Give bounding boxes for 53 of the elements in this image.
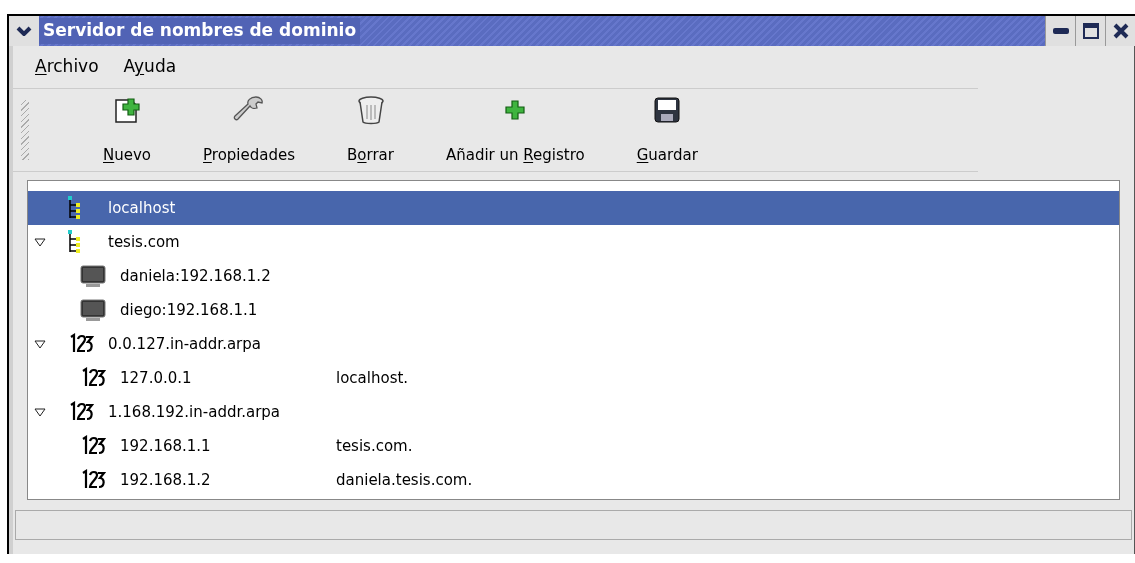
node-name: tesis.com xyxy=(108,231,181,253)
tree-structure-icon xyxy=(68,230,80,254)
maximize-icon xyxy=(1082,23,1099,39)
expander-icon[interactable] xyxy=(34,237,46,247)
node-name: diego:192.168.1.1 xyxy=(120,299,259,321)
chevron-down-icon xyxy=(16,26,32,36)
close-icon xyxy=(1112,23,1129,39)
tree-row[interactable]: tesis.com xyxy=(28,225,1119,259)
numbers-icon xyxy=(80,435,106,457)
menu-item[interactable]: Archivo xyxy=(35,54,99,80)
minimize-button[interactable] xyxy=(1045,16,1075,46)
tree-row[interactable]: 1.168.192.in-addr.arpa xyxy=(28,395,1119,429)
tree-row[interactable]: 127.0.0.1 localhost. xyxy=(28,361,1119,395)
window-menu-button[interactable] xyxy=(9,16,39,46)
tree-row[interactable]: 192.168.1.2 daniela.tesis.com. xyxy=(28,463,1119,497)
toolbar-button[interactable]: Nuevo xyxy=(77,94,178,166)
tree-structure-icon xyxy=(68,196,80,220)
tree-row[interactable]: diego:192.168.1.1 xyxy=(28,293,1119,327)
new-document-icon xyxy=(114,96,140,124)
tree-row[interactable]: daniela:192.168.1.2 xyxy=(28,259,1119,293)
node-name: 127.0.0.1 xyxy=(120,367,193,389)
node-name: 1.168.192.in-addr.arpa xyxy=(108,401,282,423)
node-name: daniela:192.168.1.2 xyxy=(120,265,272,287)
menu-item[interactable]: Ayuda xyxy=(123,54,177,80)
plus-icon xyxy=(505,100,526,120)
toolbar-button[interactable]: Propiedades xyxy=(177,94,322,166)
node-name: localhost xyxy=(108,197,177,219)
toolbar-button[interactable]: Borrar xyxy=(321,94,420,166)
toolbar-button[interactable]: Añadir un Registro xyxy=(419,94,611,166)
numbers-icon xyxy=(80,469,106,491)
numbers-icon xyxy=(68,401,94,423)
node-name: 0.0.127.in-addr.arpa xyxy=(108,333,262,355)
expander-icon[interactable] xyxy=(34,339,46,349)
expander-icon[interactable] xyxy=(34,407,46,417)
numbers-icon xyxy=(68,333,94,355)
monitor-icon xyxy=(80,298,106,322)
window-title: Servidor de nombres de dominio xyxy=(39,18,361,44)
toolbar-handle[interactable] xyxy=(21,100,29,160)
node-name: 192.168.1.2 xyxy=(120,469,212,491)
trash-can-icon xyxy=(356,95,385,125)
node-value: tesis.com. xyxy=(336,435,413,457)
numbers-icon xyxy=(80,367,106,389)
tree-row[interactable]: 0.0.127.in-addr.arpa xyxy=(28,327,1119,361)
node-value: daniela.tesis.com. xyxy=(336,469,473,491)
node-name: 192.168.1.1 xyxy=(120,435,212,457)
maximize-button[interactable] xyxy=(1075,16,1105,46)
minimize-icon xyxy=(1052,28,1069,34)
tree-row[interactable]: localhost xyxy=(28,191,1119,225)
toolbar-button[interactable]: Guardar xyxy=(610,94,724,166)
node-value: localhost. xyxy=(336,367,409,389)
tree-row[interactable]: 192.168.1.1 tesis.com. xyxy=(28,429,1119,463)
monitor-icon xyxy=(80,264,106,288)
close-button[interactable] xyxy=(1105,16,1135,46)
